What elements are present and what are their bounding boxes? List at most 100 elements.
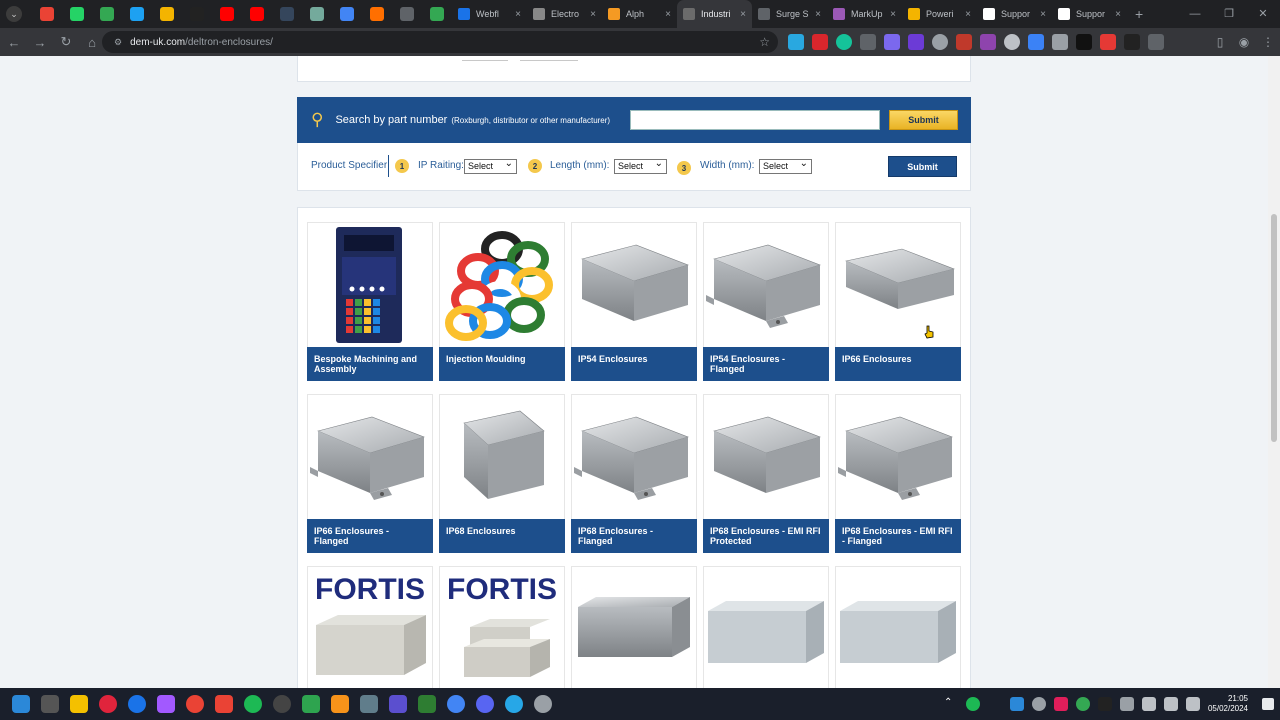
forward-icon[interactable]: → (28, 35, 52, 50)
product-card[interactable]: IP68 Enclosures (439, 394, 565, 553)
product-image[interactable]: FORTIS (440, 567, 564, 688)
pinned-tab[interactable] (92, 0, 122, 28)
tray-icon[interactable] (965, 697, 980, 711)
app-icon[interactable] (302, 695, 320, 713)
tab-close-icon[interactable]: × (965, 9, 971, 20)
close-window-icon[interactable]: ✕ (1246, 0, 1280, 28)
extension-icon[interactable] (980, 34, 996, 50)
battery-icon[interactable] (1185, 697, 1200, 711)
tab-close-icon[interactable]: × (1040, 9, 1046, 20)
pinned-tab[interactable] (362, 0, 392, 28)
browser-tab[interactable]: Poweri × (902, 0, 977, 28)
pinned-tab[interactable] (32, 0, 62, 28)
restore-icon[interactable]: ❐ (1212, 0, 1246, 28)
tab-close-icon[interactable]: × (515, 9, 521, 20)
pinned-tab[interactable] (332, 0, 362, 28)
product-card[interactable] (571, 566, 697, 688)
volume-icon[interactable] (1163, 697, 1178, 711)
product-card[interactable]: IP66 Enclosures (835, 222, 961, 381)
app-icon[interactable] (99, 695, 117, 713)
browser-tab[interactable]: Industri × (677, 0, 752, 28)
reload-icon[interactable]: ↻ (54, 34, 78, 50)
product-image[interactable] (836, 223, 960, 347)
new-tab-button[interactable]: + (1135, 6, 1143, 22)
chatgpt-icon[interactable] (273, 695, 291, 713)
scrollbar-thumb[interactable] (1271, 214, 1277, 442)
spotify-icon[interactable] (244, 695, 262, 713)
start-icon[interactable] (12, 695, 30, 713)
settings-icon[interactable] (534, 695, 552, 713)
product-caption[interactable]: IP66 Enclosures - Flanged (307, 519, 433, 553)
product-caption[interactable]: Bespoke Machining and Assembly (307, 347, 433, 381)
side-panel-icon[interactable]: ▯ (1208, 35, 1232, 49)
product-image[interactable] (440, 395, 564, 519)
extension-icon[interactable] (1052, 34, 1068, 50)
product-caption[interactable]: IP54 Enclosures (571, 347, 697, 381)
file-explorer-icon[interactable] (70, 695, 88, 713)
pinned-tab[interactable] (122, 0, 152, 28)
chevron-up-icon[interactable]: ⌃ (944, 697, 958, 711)
extension-icon[interactable] (1004, 34, 1020, 50)
tab-close-icon[interactable]: × (590, 9, 596, 20)
product-caption[interactable]: IP68 Enclosures - Flanged (571, 519, 697, 553)
pinned-tab[interactable] (272, 0, 302, 28)
product-image[interactable] (836, 567, 960, 688)
product-card[interactable]: Injection Moulding (439, 222, 565, 381)
slack-icon[interactable] (1053, 697, 1068, 711)
page-scrollbar[interactable] (1268, 56, 1280, 688)
extension-icon[interactable] (812, 34, 828, 50)
product-image[interactable] (308, 395, 432, 519)
extension-icon[interactable] (860, 34, 876, 50)
extension-icon[interactable] (1124, 34, 1140, 50)
product-card[interactable]: IP68 Enclosures - EMI RFI Protected (703, 394, 829, 553)
pinned-tab[interactable] (242, 0, 272, 28)
profile-icon[interactable]: ◉ (1232, 35, 1256, 49)
menu-icon[interactable]: ⋮ (1256, 35, 1280, 49)
site-info-icon[interactable]: ⚙ (114, 37, 122, 48)
vpn-icon[interactable] (389, 695, 407, 713)
extension-icon[interactable] (884, 34, 900, 50)
extension-icon[interactable] (1100, 34, 1116, 50)
browser-tab[interactable]: Electro × (527, 0, 602, 28)
ip-rating-select[interactable]: Select (464, 157, 517, 174)
product-image[interactable] (704, 567, 828, 688)
back-icon[interactable]: ← (2, 35, 26, 50)
product-card[interactable] (703, 566, 829, 688)
pinned-tab[interactable] (392, 0, 422, 28)
length-select[interactable]: Select (614, 157, 667, 174)
extension-icon[interactable] (956, 34, 972, 50)
product-caption[interactable]: IP68 Enclosures (439, 519, 565, 553)
home-icon[interactable]: ⌂ (80, 35, 104, 50)
app-icon[interactable] (331, 695, 349, 713)
product-caption[interactable]: IP68 Enclosures - EMI RFI - Flanged (835, 519, 961, 553)
browser-tab[interactable]: Webfl × (452, 0, 527, 28)
product-image[interactable] (704, 223, 828, 347)
bluetooth-icon[interactable] (1009, 697, 1024, 711)
chrome-icon[interactable] (447, 695, 465, 713)
product-image[interactable] (308, 223, 432, 347)
part-number-input[interactable] (630, 110, 880, 130)
puzzle-icon[interactable] (1148, 34, 1164, 50)
product-caption[interactable]: Injection Moulding (439, 347, 565, 381)
width-select[interactable]: Select (759, 157, 812, 174)
extension-icon[interactable] (1028, 34, 1044, 50)
clock[interactable]: 21:05 05/02/2024 (1208, 694, 1248, 714)
product-caption[interactable]: IP66 Enclosures (835, 347, 961, 381)
mic-icon[interactable] (1119, 697, 1134, 711)
extension-icon[interactable] (788, 34, 804, 50)
gmail-icon[interactable] (215, 695, 233, 713)
tray-icon[interactable] (1075, 697, 1090, 711)
app-icon[interactable] (418, 695, 436, 713)
pinned-tab[interactable] (302, 0, 332, 28)
product-image[interactable] (572, 567, 696, 688)
browser-tab[interactable]: Alph × (602, 0, 677, 28)
product-image[interactable]: FORTIS (308, 567, 432, 688)
wifi-icon[interactable] (1141, 697, 1156, 711)
telegram-icon[interactable] (505, 695, 523, 713)
product-card[interactable]: IP66 Enclosures - Flanged (307, 394, 433, 553)
figma-icon[interactable] (157, 695, 175, 713)
task-view-icon[interactable] (41, 695, 59, 713)
extension-icon[interactable] (908, 34, 924, 50)
address-bar[interactable]: ⚙ dem-uk.com /deltron-enclosures/ ☆ (102, 31, 778, 53)
search-submit-button[interactable]: Submit (889, 110, 958, 130)
